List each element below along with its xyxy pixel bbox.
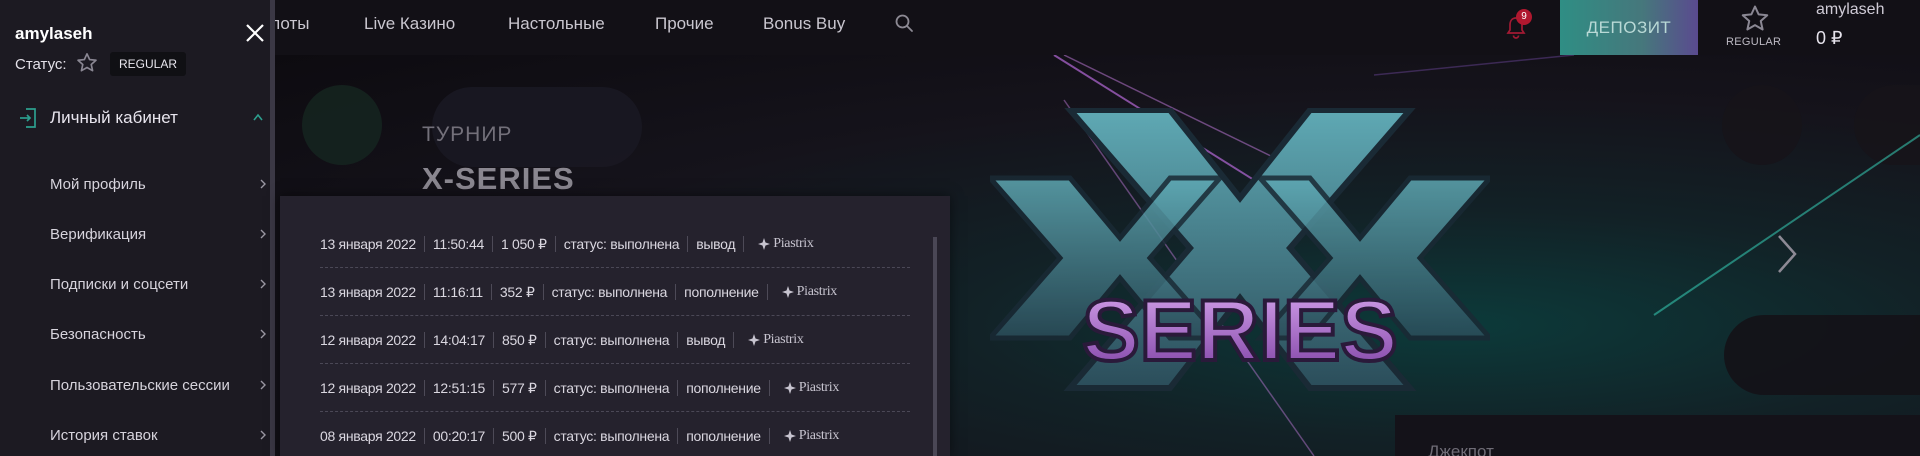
- transaction-row: 12 января 2022 14:04:17 850 ₽ статус: вы…: [320, 316, 910, 364]
- notification-count-badge: 9: [1516, 9, 1532, 25]
- search-icon[interactable]: [894, 13, 914, 33]
- piastrix-logo-icon: [781, 285, 794, 298]
- tx-provider-name: Piastrix: [773, 235, 814, 251]
- status-badge: REGULAR: [110, 52, 187, 76]
- tx-provider-name: Piastrix: [798, 428, 840, 443]
- piastrix-logo-icon: [748, 333, 761, 346]
- tx-provider: Piastrix: [770, 428, 839, 444]
- chevron-right-icon: [260, 380, 266, 390]
- balance-value: 0 ₽: [1816, 28, 1843, 48]
- header-username[interactable]: amylaseh: [1816, 1, 1884, 19]
- tx-status: статус: выполнена: [544, 283, 677, 300]
- chevron-right-icon: [260, 229, 266, 239]
- tx-provider-name: Piastrix: [798, 379, 840, 395]
- tx-provider: Piastrix: [744, 235, 814, 252]
- tx-type: вывод: [688, 235, 745, 252]
- piastrix-logo-icon: [783, 381, 796, 394]
- banner-subtitle: ТУРНИР: [422, 123, 513, 146]
- tx-type: пополнение: [676, 283, 768, 300]
- transactions-scrollbar[interactable]: [933, 237, 937, 456]
- tx-provider: Piastrix: [734, 331, 804, 348]
- tx-time: 00:20:17: [425, 428, 494, 444]
- login-icon: [20, 108, 36, 128]
- nav-live-casino[interactable]: Live Казино: [364, 14, 455, 34]
- transaction-row: 12 января 2022 12:51:15 577 ₽ статус: вы…: [320, 364, 910, 412]
- tx-provider-name: Piastrix: [763, 331, 804, 347]
- tx-amount: 577 ₽: [494, 379, 546, 396]
- star-icon: [77, 53, 97, 72]
- sidebar-item-verification[interactable]: Верификация: [50, 226, 146, 243]
- tx-provider: Piastrix: [770, 380, 839, 396]
- tx-status: статус: выполнена: [546, 379, 679, 396]
- tx-date: 12 января 2022: [320, 379, 425, 396]
- nav-other[interactable]: Прочие: [655, 14, 714, 34]
- chevron-right-icon: [260, 329, 266, 339]
- star-icon: [1741, 5, 1769, 31]
- tx-type: вывод: [678, 331, 735, 348]
- tx-amount: 500 ₽: [494, 428, 546, 444]
- logo-series-text: SERIES: [1082, 283, 1397, 379]
- deposit-button[interactable]: ДЕПОЗИТ: [1560, 0, 1698, 55]
- tx-provider: Piastrix: [768, 284, 837, 300]
- tx-type: пополнение: [678, 428, 770, 444]
- x-series-logo: SERIES: [990, 108, 1490, 391]
- status-label: Статус:: [15, 56, 67, 73]
- transaction-row: 08 января 2022 00:20:17 500 ₽ статус: вы…: [320, 412, 910, 456]
- tx-provider-name: Piastrix: [796, 283, 838, 299]
- transaction-row: 13 января 2022 11:50:44 1 050 ₽ статус: …: [320, 220, 910, 268]
- transaction-row: 13 января 2022 11:16:11 352 ₽ статус: вы…: [320, 268, 910, 316]
- tx-status: статус: выполнена: [546, 428, 679, 444]
- tx-status: статус: выполнена: [556, 235, 689, 252]
- sidebar-scrollbar[interactable]: [270, 0, 275, 456]
- jackpot-label: Джекпот: [1428, 442, 1494, 456]
- nav-table-games[interactable]: Настольные: [508, 14, 605, 34]
- sidebar-item-bet-history[interactable]: История ставок: [50, 427, 158, 444]
- tx-date: 13 января 2022: [320, 283, 425, 300]
- tx-status: статус: выполнена: [546, 331, 679, 348]
- tx-date: 08 января 2022: [320, 428, 425, 444]
- tx-amount: 1 050 ₽: [493, 235, 556, 252]
- banner-title: X-SERIES: [422, 161, 575, 196]
- level-label: REGULAR: [1726, 36, 1782, 48]
- account-sidebar: amylaseh Статус: REGULAR Личный кабинет …: [0, 0, 270, 456]
- tx-amount: 850 ₽: [494, 331, 546, 348]
- sidebar-item-sessions[interactable]: Пользовательские сессии: [50, 377, 230, 394]
- personal-cabinet-toggle[interactable]: Личный кабинет: [50, 108, 178, 128]
- nav-bonus-buy[interactable]: Bonus Buy: [763, 14, 845, 34]
- chevron-up-icon[interactable]: [252, 112, 264, 122]
- sidebar-item-security[interactable]: Безопасность: [50, 326, 146, 343]
- chevron-right-icon: [260, 279, 266, 289]
- jackpot-panel: Джекпот: [1395, 415, 1920, 456]
- tx-date: 13 января 2022: [320, 235, 425, 252]
- sidebar-item-profile[interactable]: Мой профиль: [50, 176, 146, 193]
- tx-date: 12 января 2022: [320, 331, 425, 348]
- arrow-right-icon[interactable]: [1775, 234, 1799, 274]
- tx-time: 12:51:15: [425, 379, 494, 396]
- tx-time: 11:50:44: [425, 235, 493, 252]
- tx-amount: 352 ₽: [492, 283, 544, 300]
- piastrix-logo-icon: [783, 430, 796, 442]
- chevron-right-icon: [260, 179, 266, 189]
- piastrix-logo-icon: [758, 237, 771, 250]
- chevron-right-icon: [260, 430, 266, 440]
- sidebar-item-subscriptions[interactable]: Подписки и соцсети: [50, 276, 188, 293]
- tx-type: пополнение: [678, 379, 770, 396]
- top-navigation: Слоты Live Казино Настольные Прочие Bonu…: [0, 0, 1920, 55]
- sidebar-username: amylaseh: [15, 24, 93, 43]
- tx-time: 14:04:17: [425, 331, 494, 348]
- casino-app: Слоты Live Казино Настольные Прочие Bonu…: [0, 0, 1920, 456]
- tx-time: 11:16:11: [425, 283, 492, 300]
- close-icon[interactable]: [244, 22, 266, 44]
